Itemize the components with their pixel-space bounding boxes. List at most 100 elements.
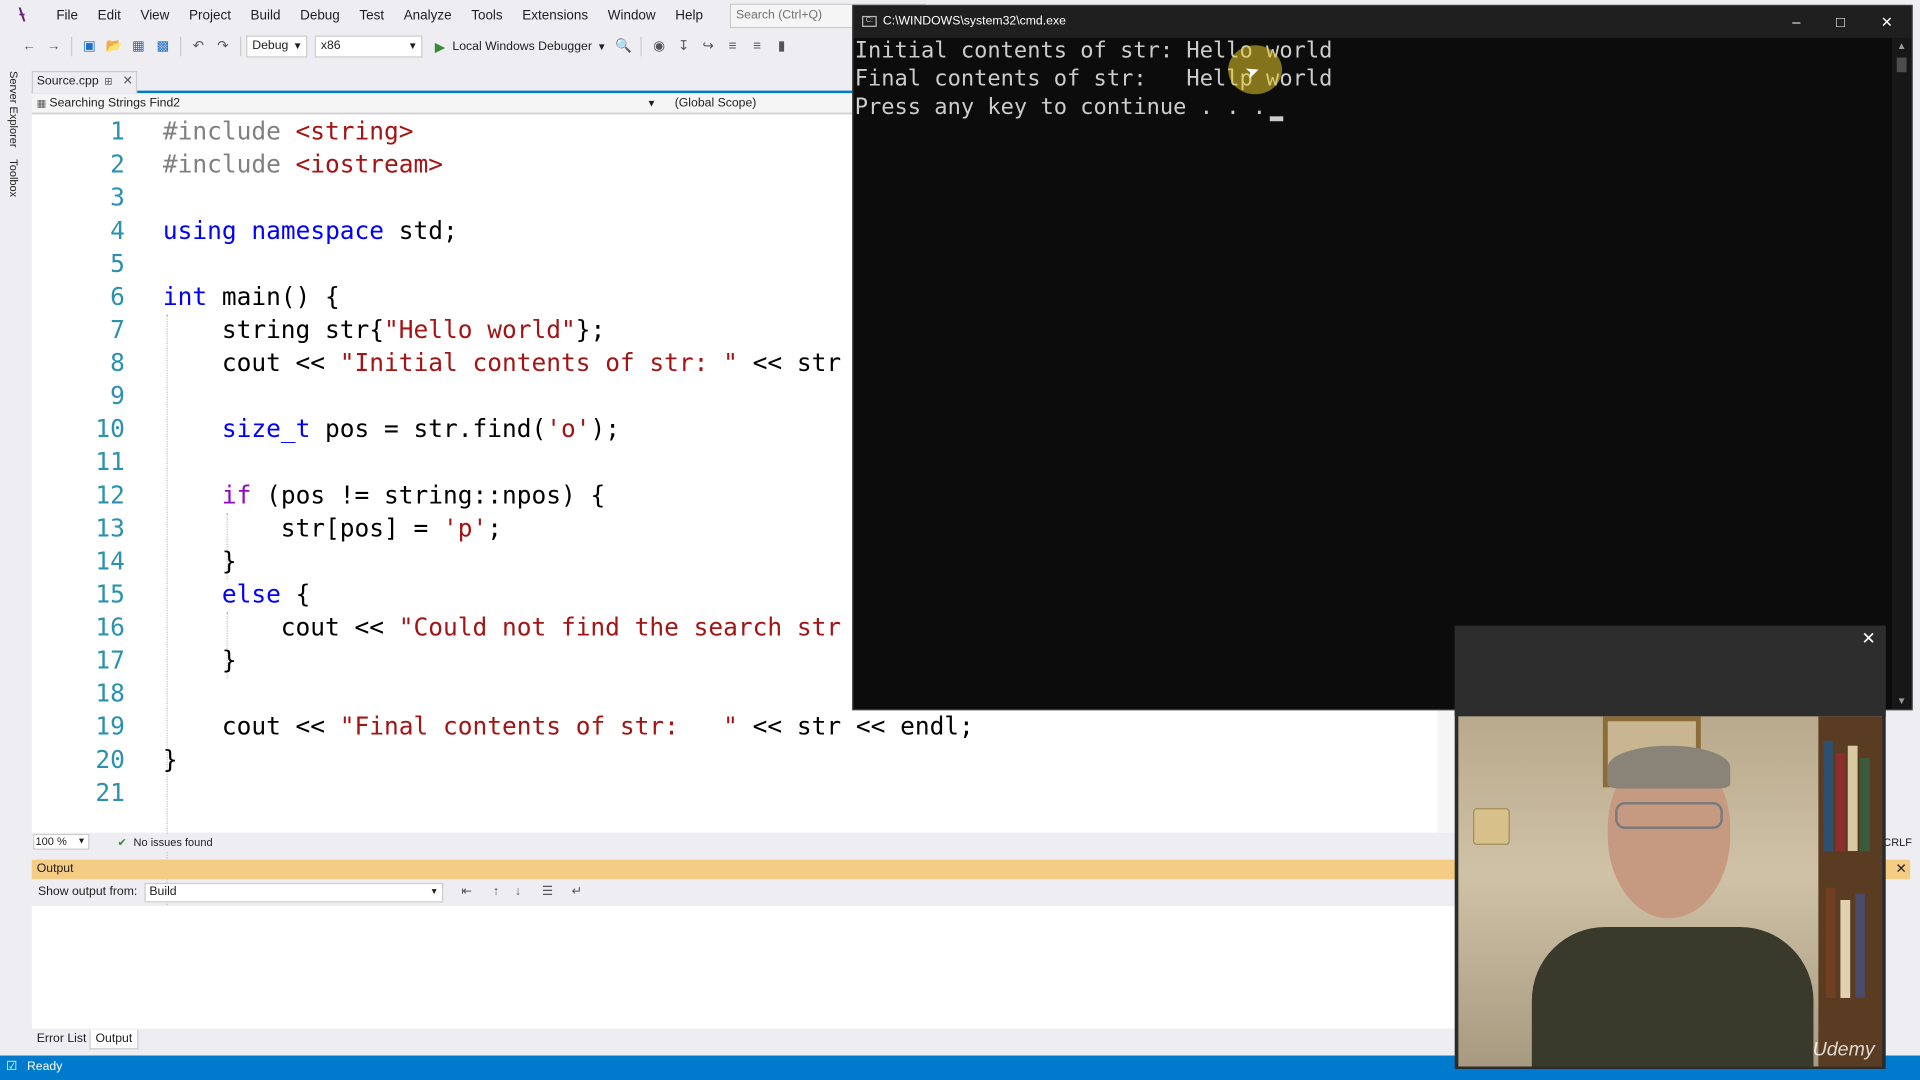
- tab-output[interactable]: Output: [89, 1029, 139, 1050]
- server-explorer-tab[interactable]: Server Explorer: [7, 71, 19, 148]
- menu-edit[interactable]: Edit: [88, 0, 131, 32]
- save-icon[interactable]: ▦: [129, 37, 149, 57]
- chevron-down-icon: ▼: [77, 837, 86, 847]
- line-number: 10: [95, 413, 125, 444]
- toolbox-tab[interactable]: Toolbox: [7, 159, 19, 197]
- book: [1823, 740, 1834, 852]
- platform-dropdown[interactable]: x86 ▼: [314, 35, 423, 58]
- scroll-down-icon[interactable]: ▼: [1897, 696, 1907, 707]
- check-circle-icon: ✔: [117, 836, 127, 849]
- console-title-bar[interactable]: C: C:\WINDOWS\system32\cmd.exe – □ ✕: [853, 6, 1912, 38]
- uncomment-icon[interactable]: ≡: [747, 37, 767, 57]
- step-into-icon[interactable]: ↧: [674, 37, 694, 57]
- menu-file[interactable]: File: [47, 0, 88, 32]
- output-source-dropdown[interactable]: Build ▼: [144, 882, 444, 903]
- zoom-dropdown[interactable]: 100 % ▼: [33, 833, 90, 850]
- side-tool-strip: Server Explorer Toolbox: [0, 63, 32, 1054]
- menu-extensions[interactable]: Extensions: [512, 0, 597, 32]
- light-switch: [1473, 808, 1510, 845]
- menu-build[interactable]: Build: [241, 0, 291, 32]
- start-debugging-button[interactable]: ▶ Local Windows Debugger ▼: [430, 36, 612, 58]
- debugger-label: Local Windows Debugger: [452, 39, 592, 54]
- console-output-line: Press any key to continue . . .: [854, 94, 1280, 121]
- menu-analyze[interactable]: Analyze: [394, 0, 462, 32]
- configuration-dropdown[interactable]: Debug ▼: [246, 35, 308, 58]
- new-project-icon[interactable]: ▣: [80, 37, 100, 57]
- menu-help[interactable]: Help: [665, 0, 712, 32]
- scroll-thumb[interactable]: [1896, 57, 1907, 73]
- console-scrollbar[interactable]: ▲ ▼: [1891, 37, 1912, 709]
- find-message-icon[interactable]: ⇤: [458, 884, 475, 901]
- chevron-down-icon: ▼: [292, 40, 303, 52]
- chevron-down-icon: ▼: [407, 40, 418, 52]
- next-message-icon[interactable]: ↓: [509, 884, 526, 901]
- project-dropdown[interactable]: ▦ Searching Strings Find2 ▼: [37, 96, 657, 113]
- clear-all-icon[interactable]: ☰: [539, 884, 556, 901]
- presenter-hair: [1607, 745, 1731, 789]
- undo-icon[interactable]: ↶: [189, 37, 209, 57]
- diagnostic-tools-icon[interactable]: 🔍: [614, 37, 634, 57]
- chevron-down-icon: ▼: [646, 97, 657, 109]
- close-icon[interactable]: ✕: [1864, 6, 1911, 38]
- menu-project[interactable]: Project: [179, 0, 241, 32]
- menu-debug[interactable]: Debug: [290, 0, 349, 32]
- forward-icon[interactable]: →: [44, 37, 64, 57]
- line-number: 7: [110, 314, 125, 345]
- screenshot-icon[interactable]: ◉: [649, 37, 669, 57]
- maximize-icon[interactable]: □: [1817, 6, 1864, 38]
- platform-value: x86: [320, 39, 341, 53]
- save-all-icon[interactable]: ▩: [153, 37, 173, 57]
- bookshelf: [1818, 716, 1883, 1067]
- code-text: string str{"Hello world"};: [162, 314, 606, 345]
- tab-error-list[interactable]: Error List: [32, 1030, 91, 1050]
- issues-indicator[interactable]: ✔ No issues found: [118, 835, 213, 850]
- word-wrap-icon[interactable]: ↵: [568, 884, 585, 901]
- line-number: 5: [110, 248, 125, 278]
- tab-source-cpp[interactable]: Source.cpp ⊞ ✕: [31, 71, 138, 94]
- presenter-body: [1531, 926, 1814, 1067]
- line-number: 16: [95, 612, 125, 642]
- code-text: #include <iostream>: [162, 149, 444, 179]
- comment-icon[interactable]: ≡: [723, 37, 743, 57]
- presenter-glasses: [1615, 802, 1723, 829]
- code-text: using namespace std;: [162, 215, 458, 245]
- text-cursor: [1269, 116, 1284, 122]
- toolbar-separator: [240, 36, 242, 57]
- menu-tools[interactable]: Tools: [461, 0, 512, 32]
- close-icon[interactable]: ✕: [1862, 628, 1876, 649]
- back-icon[interactable]: ←: [20, 37, 40, 57]
- book: [1855, 893, 1865, 998]
- book: [1835, 753, 1846, 852]
- previous-message-icon[interactable]: ↑: [487, 884, 504, 901]
- pin-icon[interactable]: ⊞: [104, 72, 112, 92]
- bookmark-icon[interactable]: ▮: [772, 37, 792, 57]
- menu-test[interactable]: Test: [350, 0, 394, 32]
- scroll-up-icon[interactable]: ▲: [1897, 40, 1907, 51]
- close-icon[interactable]: ✕: [1896, 861, 1907, 877]
- output-source-value: Build: [149, 885, 177, 899]
- scope-dropdown[interactable]: (Global Scope): [675, 96, 757, 113]
- minimize-icon[interactable]: –: [1773, 6, 1820, 38]
- line-number: 8: [110, 347, 125, 378]
- step-over-icon[interactable]: ↪: [698, 37, 718, 57]
- line-number: 21: [95, 777, 125, 807]
- line-number: 3: [110, 182, 125, 212]
- open-file-icon[interactable]: 📂: [104, 37, 124, 57]
- status-text: Ready: [26, 1060, 63, 1074]
- code-text: cout << "Could not find the search str: [162, 612, 842, 642]
- close-icon[interactable]: ✕: [122, 72, 132, 92]
- show-output-from-label: Show output from:: [37, 885, 138, 899]
- menu-window[interactable]: Window: [598, 0, 666, 32]
- output-text-area[interactable]: [31, 906, 1455, 1029]
- line-ending-indicator[interactable]: CRLF: [1883, 836, 1912, 848]
- console-window[interactable]: C: C:\WINDOWS\system32\cmd.exe – □ ✕ Ini…: [852, 4, 1913, 711]
- book: [1860, 757, 1870, 852]
- menu-view[interactable]: View: [131, 0, 180, 32]
- toolbar-separator: [71, 36, 73, 57]
- line-number: 4: [110, 215, 125, 245]
- code-text: if (pos != string::npos) {: [221, 480, 606, 510]
- redo-icon[interactable]: ↷: [213, 37, 233, 57]
- line-number: 17: [95, 645, 125, 675]
- chevron-down-icon: ▼: [596, 41, 607, 53]
- toolbar-separator: [180, 36, 182, 57]
